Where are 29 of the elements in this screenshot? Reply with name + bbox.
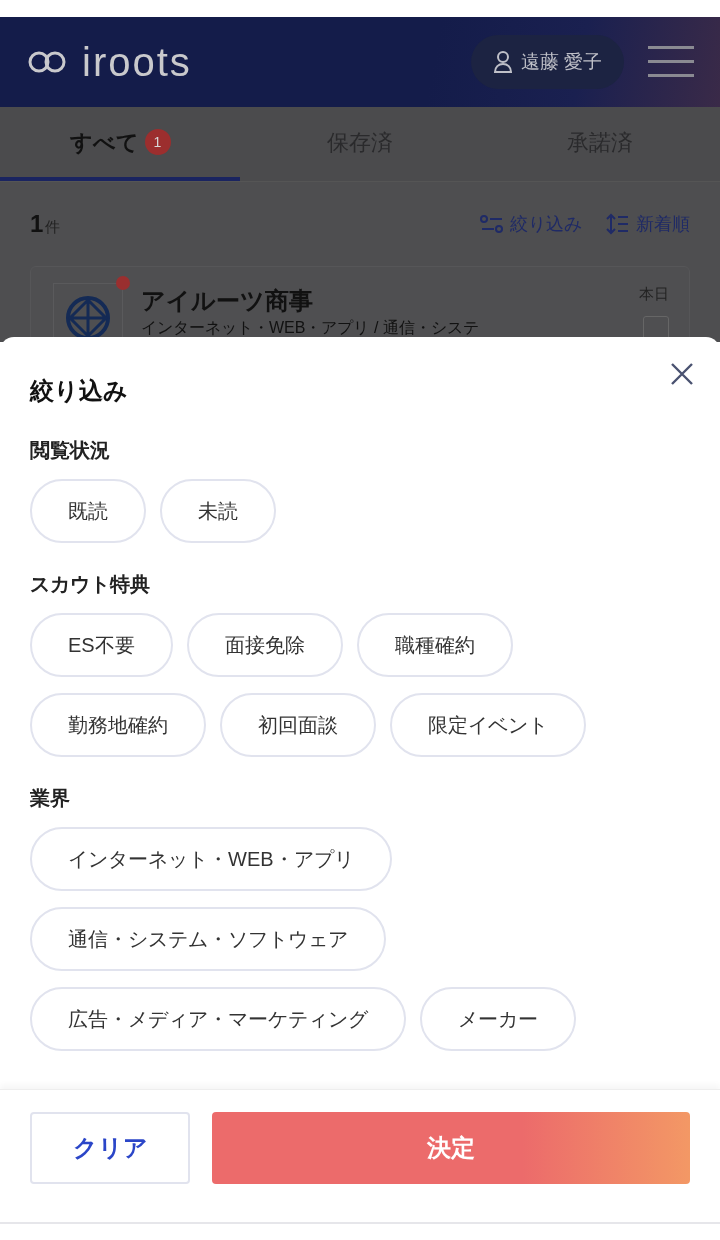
filter-icon <box>480 214 504 234</box>
filter-chip[interactable]: 勤務地確約 <box>30 693 206 757</box>
filter-chip[interactable]: ES不要 <box>30 613 173 677</box>
filter-chip[interactable]: 職種確約 <box>356 613 513 677</box>
industry-text: インターネット・WEB・アプリ / 通信・システ <box>141 319 480 337</box>
section-heading: 閲覧状況 <box>30 438 111 463</box>
filter-chip[interactable]: 面接免除 <box>186 613 343 677</box>
company-name: アイルーツ商事 <box>141 286 314 316</box>
section-heading: 業界 <box>30 786 71 811</box>
sort-icon <box>606 213 630 235</box>
close-button[interactable] <box>670 361 694 385</box>
clear-button[interactable]: クリア <box>30 1112 190 1184</box>
filter-chip[interactable]: インターネット・WEB・アプリ <box>30 827 392 891</box>
logo-text: iroots <box>82 42 192 82</box>
filter-chip[interactable]: 広告・メディア・マーケティング <box>30 987 406 1051</box>
user-icon <box>492 51 513 73</box>
filter-chip[interactable]: 限定イベント <box>390 693 586 757</box>
section-heading: スカウト特典 <box>30 572 151 597</box>
user-button[interactable]: 遠藤 愛子 <box>470 35 624 89</box>
logo-icon <box>28 51 66 73</box>
count-badge: 1 <box>144 129 171 155</box>
filter-chip[interactable]: 通信・システム・ソフトウェア <box>30 907 386 971</box>
result-count: 1 <box>30 209 44 239</box>
menu-button[interactable] <box>648 45 694 79</box>
sheet-title: 絞り込み <box>30 376 129 406</box>
filter-chip[interactable]: メーカー <box>420 987 576 1051</box>
filter-chip[interactable]: 既読 <box>30 479 146 543</box>
filter-chip[interactable]: 未読 <box>160 479 276 543</box>
filter-chip[interactable]: 初回面談 <box>220 693 376 757</box>
